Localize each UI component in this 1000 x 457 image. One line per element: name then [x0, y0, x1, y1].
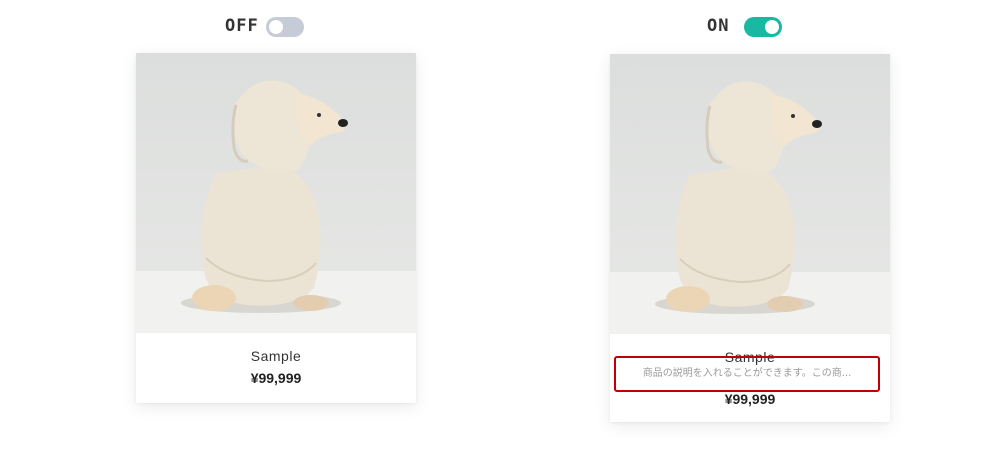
dog-photo-icon [136, 53, 416, 333]
dog-photo-icon [610, 54, 890, 334]
product-card-off[interactable]: Sample ¥99,999 [136, 53, 416, 403]
product-description-highlight: 商品の説明を入れることができます。この商... [614, 356, 880, 392]
product-image [136, 53, 416, 333]
toggle-knob [765, 20, 779, 34]
toggle-knob [269, 20, 283, 34]
product-price: ¥99,999 [724, 391, 776, 407]
toggle-switch-off[interactable] [266, 17, 304, 37]
toggle-switch-on[interactable] [744, 17, 782, 37]
product-image [610, 54, 890, 334]
product-name: Sample [250, 348, 302, 364]
toggle-label-on: ON [707, 16, 730, 36]
toggle-label-off: OFF [225, 16, 259, 36]
product-price: ¥99,999 [250, 370, 302, 386]
